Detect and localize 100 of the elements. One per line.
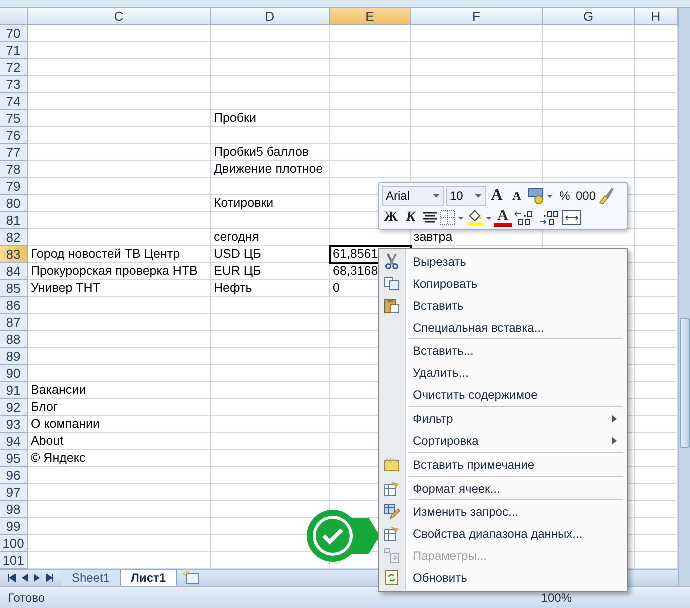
fill-color-icon[interactable] xyxy=(466,209,492,227)
row-header[interactable]: 81 xyxy=(0,212,28,229)
row-header[interactable]: 85 xyxy=(0,280,28,297)
format-cells-icon xyxy=(384,480,400,497)
row-header[interactable]: 90 xyxy=(0,365,28,382)
table-cell-text: Универ ТНТ xyxy=(30,280,102,296)
menu-item[interactable]: Изменить запрос... xyxy=(413,505,627,520)
row-header[interactable]: 79 xyxy=(0,178,28,195)
table-cell-text: Вакансии xyxy=(30,382,88,398)
row-header[interactable]: 74 xyxy=(0,93,28,110)
menu-item[interactable]: Фильтр xyxy=(413,412,612,426)
font-field[interactable]: Arial xyxy=(382,186,444,206)
row-header[interactable]: 71 xyxy=(0,42,28,59)
italic-button[interactable]: К xyxy=(402,208,420,228)
row-header[interactable]: 84 xyxy=(0,263,28,280)
row-header[interactable]: 91 xyxy=(0,382,28,399)
scissors-icon xyxy=(385,254,399,270)
dropdown-arrow-icon[interactable] xyxy=(475,194,482,198)
table-cell-text: Блог xyxy=(30,399,60,415)
table-cell-text: Котировки xyxy=(213,195,275,211)
row-header[interactable]: 75 xyxy=(0,110,28,127)
menu-item[interactable]: Вставить xyxy=(413,298,627,313)
table-cell-text: завтра xyxy=(413,229,454,245)
shrink-font-button[interactable]: A xyxy=(508,186,526,206)
row-header[interactable]: 98 xyxy=(0,501,28,518)
align-center-icon[interactable] xyxy=(422,211,438,225)
menu-item[interactable]: Свойства диапазона данных... xyxy=(413,527,627,542)
table-cell-text: © Яндекс xyxy=(30,450,87,466)
row-header[interactable]: 70 xyxy=(0,25,28,42)
menu-item[interactable]: Вставить... xyxy=(413,344,627,358)
row-header[interactable]: 78 xyxy=(0,161,28,178)
row-header[interactable]: 87 xyxy=(0,314,28,331)
menu-item[interactable]: Удалить... xyxy=(413,366,627,380)
menu-item[interactable]: Сортировка xyxy=(413,434,612,448)
parameters-icon xyxy=(384,548,400,564)
merge-center-icon[interactable] xyxy=(562,210,582,226)
copy-icon xyxy=(384,276,400,291)
previous-sheet-icon[interactable] xyxy=(22,574,28,582)
menu-item[interactable]: Вставить примечание xyxy=(413,458,627,472)
row-header[interactable]: 96 xyxy=(0,467,28,484)
bold-button[interactable]: Ж xyxy=(382,208,400,228)
table-cell-text: Нефть xyxy=(213,280,254,296)
menu-item[interactable]: Копировать xyxy=(413,276,627,291)
table-cell-text: Пробки5 баллов xyxy=(213,144,310,160)
table-cell-text: 0 xyxy=(332,280,341,296)
row-header[interactable]: 83 xyxy=(0,246,28,263)
column-header[interactable]: D xyxy=(211,8,330,25)
row-header[interactable]: 93 xyxy=(0,416,28,433)
font-size-field[interactable]: 10 xyxy=(446,186,486,206)
refresh-icon xyxy=(385,570,399,586)
menu-item[interactable]: Вырезать xyxy=(413,254,627,269)
column-header[interactable]: G xyxy=(543,8,635,25)
row-header[interactable]: 73 xyxy=(0,76,28,93)
last-sheet-icon[interactable] xyxy=(46,574,54,582)
scrollbar-thumb[interactable] xyxy=(680,318,690,448)
row-header[interactable]: 99 xyxy=(0,518,28,535)
row-header[interactable]: 72 xyxy=(0,59,28,76)
menu-item[interactable]: Формат ячеек... xyxy=(413,482,627,496)
number-format-button[interactable]: 000 xyxy=(576,186,596,206)
row-header[interactable]: 76 xyxy=(0,127,28,144)
row-header[interactable]: 88 xyxy=(0,331,28,348)
table-cell-text: About xyxy=(30,433,65,449)
row-header[interactable]: 89 xyxy=(0,348,28,365)
row-header[interactable]: 86 xyxy=(0,297,28,314)
row-header[interactable]: 80 xyxy=(0,195,28,212)
table-edit-icon xyxy=(384,504,400,520)
format-cells-icon xyxy=(384,526,400,542)
first-sheet-icon[interactable] xyxy=(8,574,16,582)
column-header[interactable]: F xyxy=(411,8,543,25)
row-header[interactable]: 97 xyxy=(0,484,28,501)
borders-icon[interactable] xyxy=(440,210,464,226)
table-cell-text: Движение плотное xyxy=(213,161,324,177)
table-cell-text: EUR ЦБ xyxy=(213,263,262,279)
row-header[interactable]: 94 xyxy=(0,433,28,450)
row-header[interactable]: 100 xyxy=(0,535,28,552)
column-header[interactable]: C xyxy=(28,8,211,25)
menu-item[interactable]: Специальная вставка... xyxy=(413,320,627,334)
row-header[interactable]: 92 xyxy=(0,399,28,416)
decrease-decimal-icon[interactable] xyxy=(538,209,560,227)
note-icon xyxy=(384,458,400,472)
sheet-tab[interactable]: Лист1 xyxy=(121,570,178,586)
row-header[interactable]: 77 xyxy=(0,144,28,161)
column-header[interactable]: E xyxy=(330,8,411,25)
menu-item[interactable]: Очистить содержимое xyxy=(413,388,627,402)
table-cell-text: Прокурорская проверка НТВ xyxy=(30,263,199,279)
dropdown-arrow-icon[interactable] xyxy=(433,194,440,198)
currency-icon[interactable] xyxy=(528,187,554,205)
grow-font-button[interactable]: A xyxy=(488,186,506,206)
row-header[interactable]: 82 xyxy=(0,229,28,246)
menu-item[interactable]: Обновить xyxy=(413,570,627,585)
column-header[interactable]: H xyxy=(635,8,678,25)
row-header[interactable]: 101 xyxy=(0,552,28,569)
font-color-button[interactable]: A xyxy=(494,209,512,227)
next-sheet-icon[interactable] xyxy=(34,574,40,582)
format-painter-icon[interactable] xyxy=(598,187,616,205)
clipboard-icon xyxy=(384,298,400,314)
status-text: Готово xyxy=(8,590,46,604)
number-format-button[interactable]: % xyxy=(556,186,574,206)
row-header[interactable]: 95 xyxy=(0,450,28,467)
sheet-tab[interactable]: Sheet1 xyxy=(62,570,122,586)
